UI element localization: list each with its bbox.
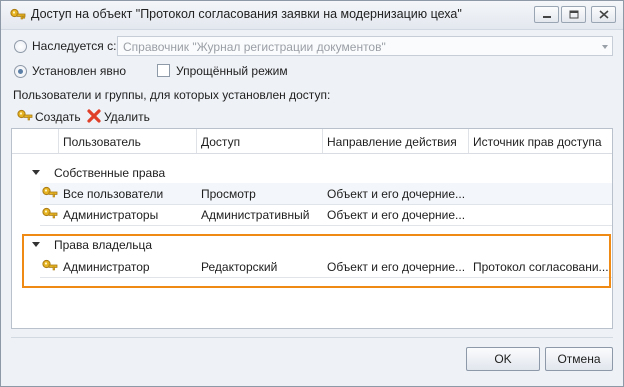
users-caption: Пользователи и группы, для которых устан…	[13, 88, 331, 102]
explicit-label: Установлен явно	[32, 64, 127, 78]
cell-user: Администраторы	[63, 208, 159, 222]
column-header-access[interactable]: Доступ	[201, 135, 240, 149]
column-header-direction[interactable]: Направление действия	[327, 135, 457, 149]
inherit-radio[interactable]	[14, 40, 27, 53]
table-row[interactable]: Все пользователи Просмотр Объект и его д…	[40, 183, 612, 205]
highlight-frame	[22, 234, 611, 288]
window-title: Доступ на объект "Протокол согласования …	[31, 7, 462, 21]
key-icon	[10, 8, 26, 22]
title-bar: Доступ на объект "Протокол согласования …	[1, 1, 623, 30]
delete-icon	[87, 109, 101, 126]
minimize-button[interactable]	[534, 6, 559, 23]
access-dialog: Доступ на объект "Протокол согласования …	[0, 0, 624, 387]
simple-mode-checkbox[interactable]	[157, 64, 170, 77]
inherit-label: Наследуется с:	[32, 39, 117, 53]
group-own-rights[interactable]: Собственные права	[12, 162, 612, 184]
cancel-button[interactable]: Отмена	[545, 347, 613, 371]
key-add-icon	[17, 109, 33, 126]
close-button[interactable]	[591, 6, 616, 23]
column-header-user[interactable]: Пользователь	[63, 135, 141, 149]
group-label: Собственные права	[54, 166, 166, 180]
table-header: Пользователь Доступ Направление действия…	[12, 129, 612, 154]
close-icon	[599, 10, 609, 19]
cell-access: Просмотр	[201, 187, 256, 201]
create-label: Создать	[35, 110, 81, 124]
delete-label: Удалить	[104, 110, 150, 124]
cell-access: Административный	[201, 208, 310, 222]
footer-divider	[11, 337, 613, 338]
table-row[interactable]: Администраторы Административный Объект и…	[40, 204, 612, 226]
inherit-source-value: Справочник "Журнал регистрации документо…	[123, 40, 386, 54]
ok-button[interactable]: OK	[466, 347, 540, 371]
inherit-source-combo[interactable]: Справочник "Журнал регистрации документо…	[117, 36, 613, 56]
cell-user: Все пользователи	[63, 187, 164, 201]
delete-button[interactable]: Удалить	[87, 108, 150, 126]
minimize-icon	[543, 16, 551, 18]
simple-mode-label: Упрощённый режим	[176, 64, 288, 78]
create-button[interactable]: Создать	[17, 108, 81, 126]
column-header-source[interactable]: Источник прав доступа	[473, 135, 602, 149]
key-icon	[42, 186, 58, 203]
chevron-down-icon[interactable]	[602, 45, 608, 49]
column-divider	[58, 129, 59, 153]
explicit-radio[interactable]	[14, 65, 27, 78]
key-icon	[42, 207, 58, 224]
access-table: Пользователь Доступ Направление действия…	[11, 128, 613, 329]
maximize-icon	[569, 10, 579, 19]
collapse-arrow-icon[interactable]	[32, 170, 40, 175]
column-divider	[322, 129, 323, 153]
cell-direction: Объект и его дочерние...	[327, 208, 466, 222]
maximize-button[interactable]	[561, 6, 586, 23]
cell-direction: Объект и его дочерние...	[327, 187, 466, 201]
column-divider	[196, 129, 197, 153]
column-divider	[468, 129, 469, 153]
